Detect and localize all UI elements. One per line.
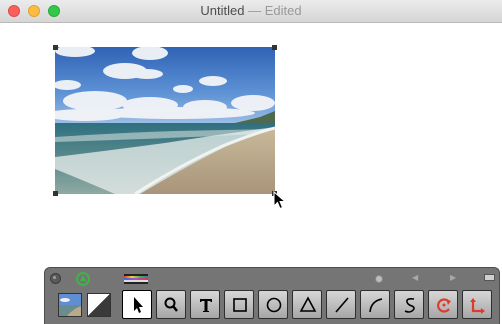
- prev-arrow-icon[interactable]: ◀: [412, 274, 418, 282]
- edited-status: Edited: [264, 3, 302, 18]
- resize-handle-bottom-left[interactable]: [53, 191, 58, 196]
- title-separator: —: [244, 3, 265, 18]
- transform-tool[interactable]: [462, 290, 492, 319]
- title-bar[interactable]: Untitled — Edited: [0, 0, 502, 23]
- circle-icon: [266, 297, 282, 313]
- tool-palette: ◀ ▶: [44, 267, 500, 324]
- text-icon: [200, 299, 212, 312]
- next-arrow-icon[interactable]: ▶: [450, 274, 456, 282]
- resize-handle-top-left[interactable]: [53, 45, 58, 50]
- zoom-tool[interactable]: [156, 290, 186, 319]
- window-title: Untitled — Edited: [0, 0, 502, 22]
- document-window: Untitled — Edited ◀ ▶: [0, 0, 502, 324]
- line-icon: [335, 297, 349, 313]
- arc-tool[interactable]: [360, 290, 390, 319]
- polygon-tool[interactable]: [292, 290, 322, 319]
- slider-dot-icon[interactable]: [375, 275, 383, 283]
- document-name: Untitled: [200, 3, 245, 18]
- recycle-icon[interactable]: [76, 272, 90, 286]
- arrow-icon: [134, 297, 143, 313]
- magnifier-icon: [164, 297, 178, 312]
- fill-stroke-swatch[interactable]: [87, 293, 111, 317]
- palette-minimize-icon[interactable]: [484, 274, 495, 281]
- color-bars-icon[interactable]: [124, 274, 148, 284]
- select-tool[interactable]: [122, 290, 152, 319]
- text-tool[interactable]: [190, 290, 220, 319]
- arrow-cursor-icon: [273, 190, 287, 216]
- resize-handle-top-right[interactable]: [272, 45, 277, 50]
- line-tool[interactable]: [326, 290, 356, 319]
- oval-tool[interactable]: [258, 290, 288, 319]
- image-thumbnail[interactable]: [58, 293, 82, 317]
- beach-image[interactable]: [55, 47, 275, 194]
- rotate-icon: [437, 298, 451, 313]
- rectangle-icon: [233, 298, 247, 312]
- rotate-tool[interactable]: [428, 290, 458, 319]
- squiggle-icon: [404, 298, 415, 313]
- palette-close-icon[interactable]: [50, 273, 61, 284]
- rectangle-tool[interactable]: [224, 290, 254, 319]
- arc-icon: [369, 298, 383, 313]
- triangle-icon: [299, 296, 317, 312]
- freehand-tool[interactable]: [394, 290, 424, 319]
- transform-icon: [470, 298, 485, 314]
